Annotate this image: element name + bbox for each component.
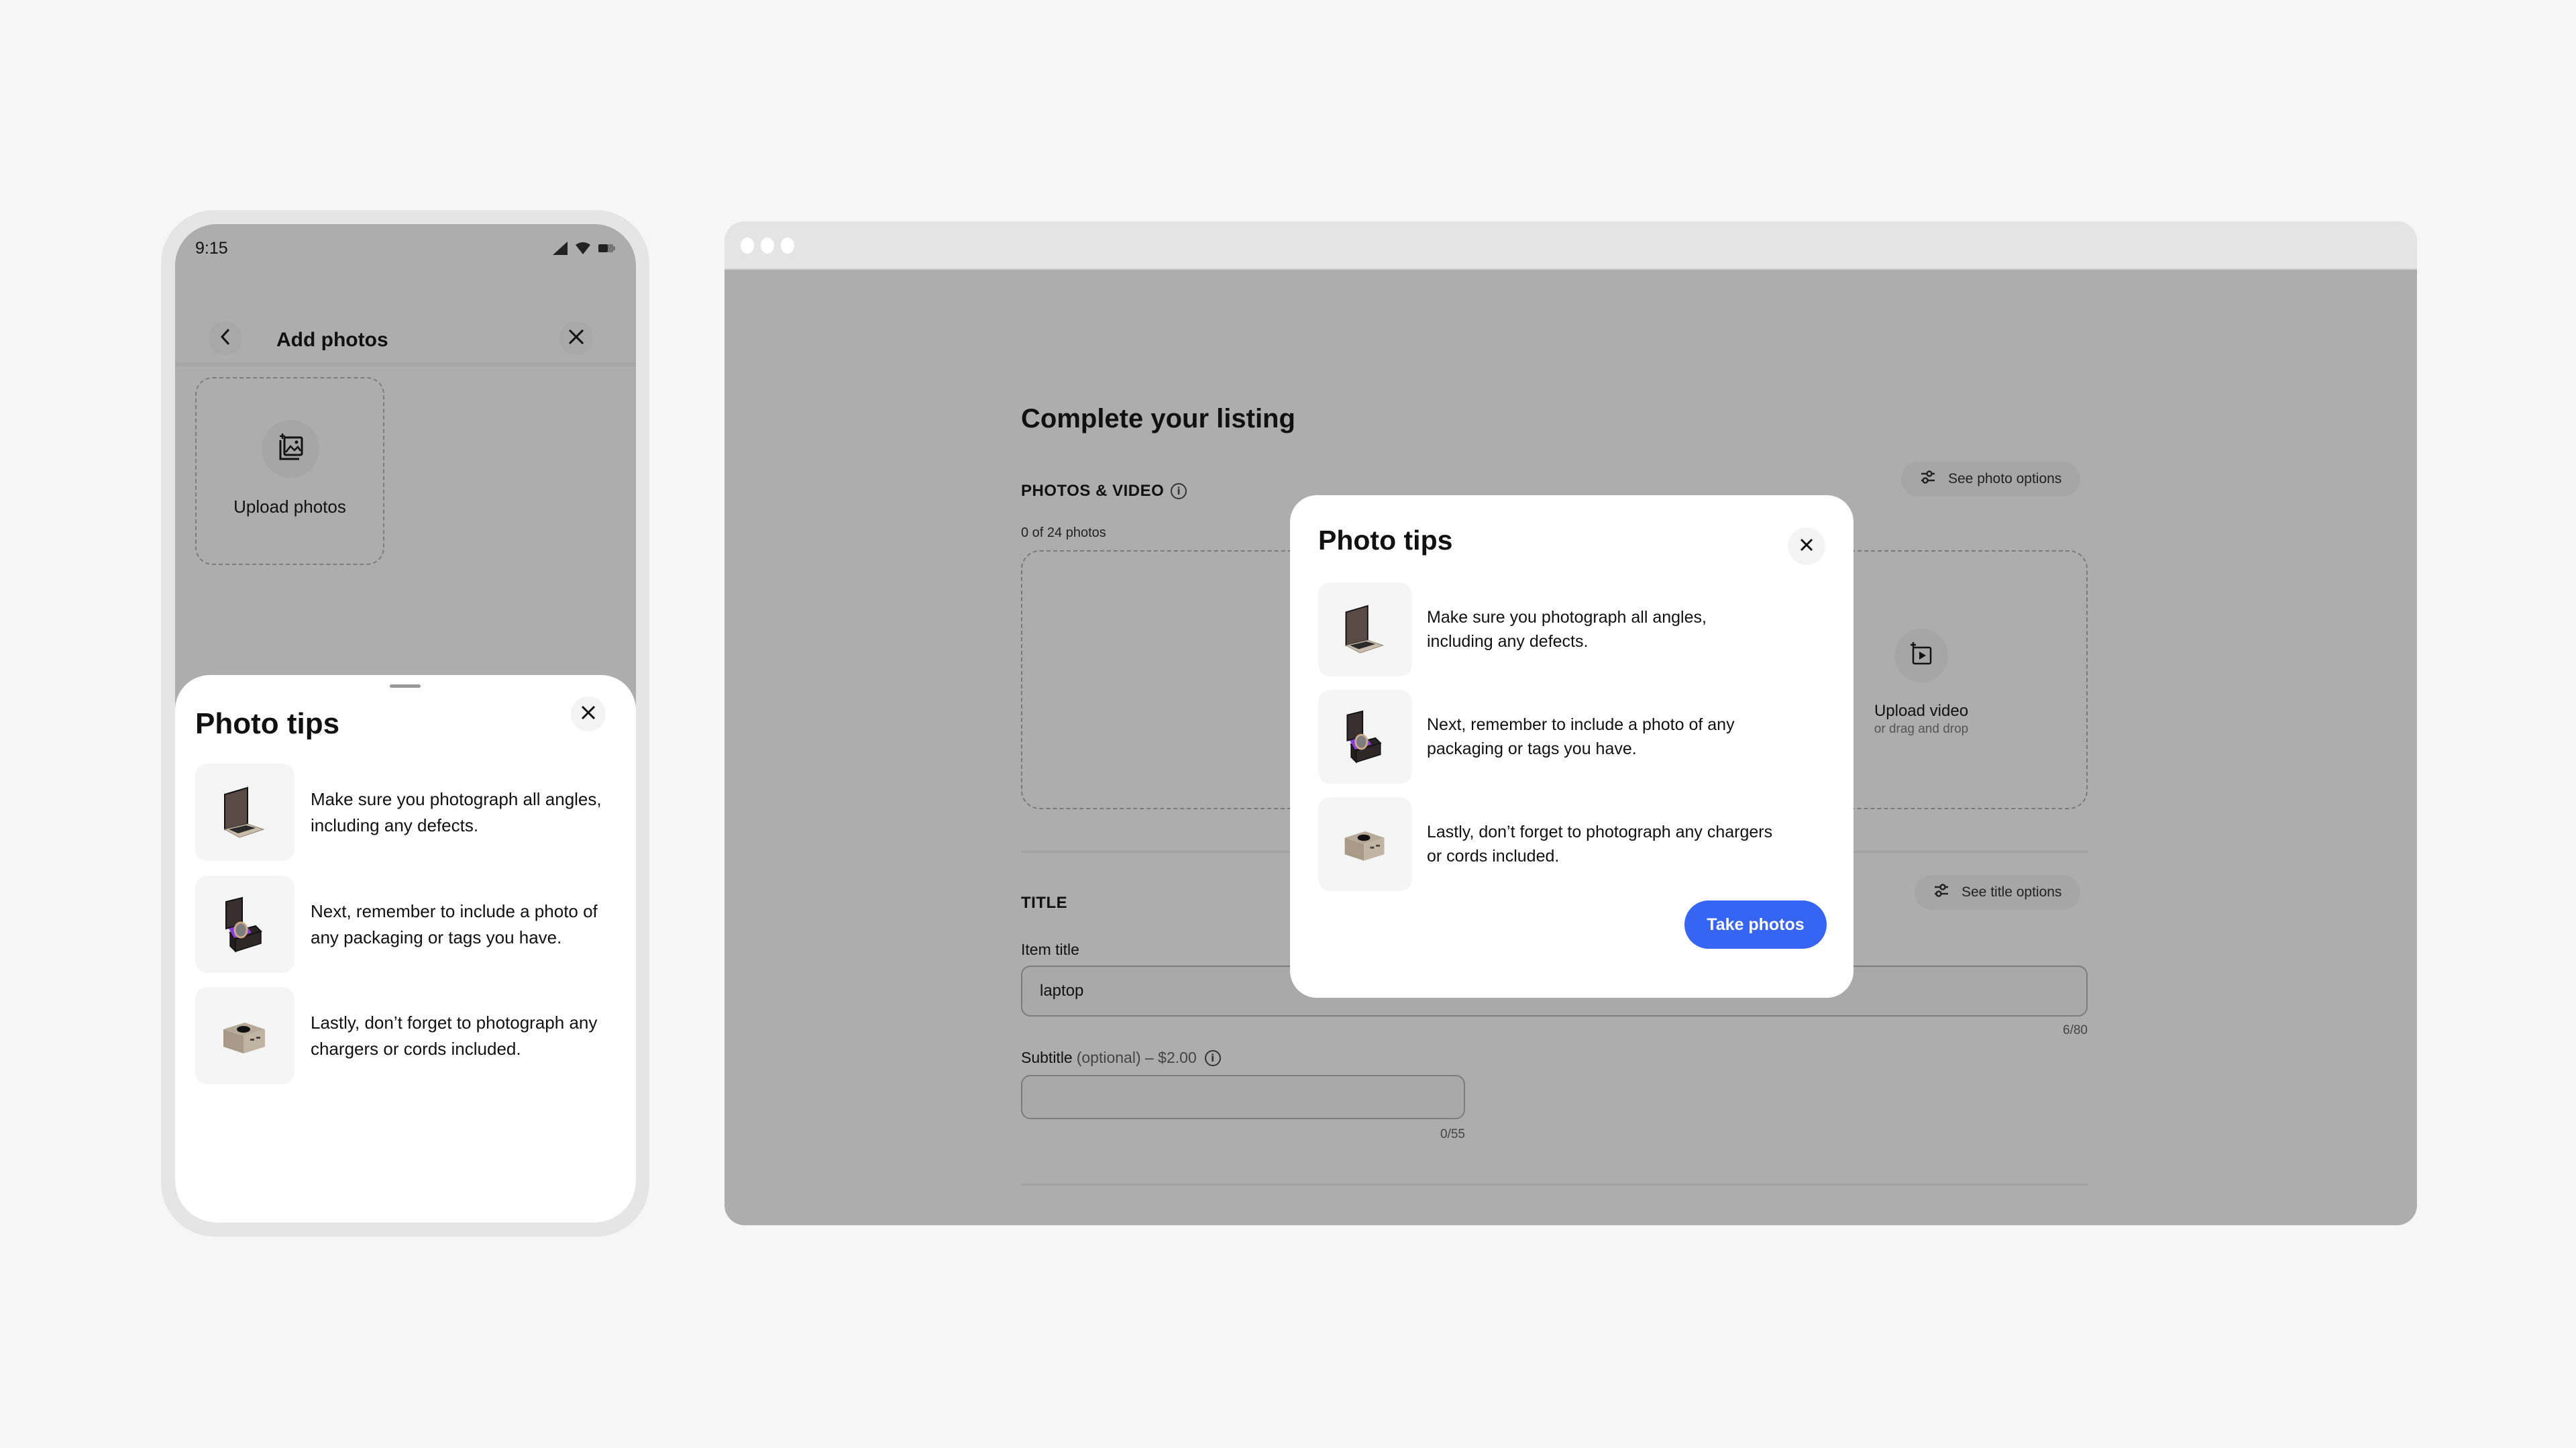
charger-illustration-icon bbox=[195, 987, 294, 1084]
photos-section-label: PHOTOS & VIDEO i bbox=[1021, 482, 1187, 501]
tip-text: Make sure you photograph all angles, inc… bbox=[1427, 608, 1707, 651]
window-control-dot[interactable] bbox=[761, 238, 774, 254]
photo-tips-sheet: Photo tips Make sure you photograph all … bbox=[175, 675, 636, 1223]
close-icon bbox=[580, 705, 596, 724]
title-section-label: TITLE bbox=[1021, 894, 1067, 913]
tip-text: Next, remember to include a photo of any… bbox=[1427, 715, 1735, 758]
add-image-icon bbox=[276, 433, 305, 465]
tip-item: Next, remember to include a photo of any… bbox=[195, 876, 618, 973]
wifi-icon bbox=[576, 242, 590, 254]
charger-illustration-icon bbox=[1318, 797, 1412, 891]
tip-text: Next, remember to include a photo of any… bbox=[311, 900, 598, 947]
chevron-left-icon bbox=[219, 328, 231, 349]
title-section-heading: TITLE bbox=[1021, 894, 1068, 912]
item-title-counter: 6/80 bbox=[2063, 1023, 2088, 1037]
see-title-options-label: See title options bbox=[1962, 884, 2062, 900]
section-divider bbox=[1021, 1184, 2088, 1186]
sheet-close-button[interactable] bbox=[571, 696, 606, 731]
battery-icon bbox=[598, 244, 616, 253]
page-title: Complete your listing bbox=[1021, 404, 1295, 433]
upload-photos-icon-button bbox=[262, 420, 319, 478]
subtitle-counter: 0/55 bbox=[1440, 1127, 1465, 1141]
sliders-icon bbox=[1920, 469, 1936, 489]
sheet-drag-handle[interactable] bbox=[390, 684, 421, 688]
tip-item: Make sure you photograph all angles, inc… bbox=[195, 764, 618, 861]
modal-close-button[interactable] bbox=[1788, 527, 1825, 565]
info-icon[interactable]: i bbox=[1171, 483, 1187, 499]
tip-text: Make sure you photograph all angles, inc… bbox=[311, 788, 602, 835]
see-photo-options-label: See photo options bbox=[1948, 471, 2062, 486]
tip-item: Lastly, don’t forget to photograph any c… bbox=[195, 987, 618, 1084]
status-time: 9:15 bbox=[195, 239, 228, 258]
item-title-label: Item title bbox=[1021, 941, 1079, 958]
tip-text: Lastly, don’t forget to photograph any c… bbox=[311, 1012, 598, 1059]
take-photos-button[interactable]: Take photos bbox=[1684, 900, 1827, 949]
tip-item: Make sure you photograph all angles, inc… bbox=[1318, 582, 1828, 676]
upload-photos-tile[interactable]: Upload photos bbox=[195, 377, 384, 565]
close-icon bbox=[568, 329, 584, 348]
subtitle-input[interactable] bbox=[1021, 1075, 1465, 1119]
sliders-icon bbox=[1933, 882, 1949, 902]
sheet-title: Photo tips bbox=[195, 707, 340, 740]
subtitle-price-note: (optional) – $2.00 bbox=[1076, 1049, 1197, 1066]
upload-photos-label: Upload photos bbox=[233, 497, 346, 517]
subtitle-label: Subtitle (optional) – $2.00 i bbox=[1021, 1049, 1221, 1067]
window-control-dot[interactable] bbox=[741, 238, 754, 254]
see-photo-options-button[interactable]: See photo options bbox=[1901, 462, 2081, 497]
status-icons bbox=[553, 242, 616, 255]
watch-box-illustration-icon bbox=[1318, 690, 1412, 784]
photos-section-heading: PHOTOS & VIDEO bbox=[1021, 482, 1165, 500]
back-button[interactable] bbox=[209, 321, 242, 355]
phone-header: Add photos bbox=[175, 291, 636, 366]
window-control-dot[interactable] bbox=[781, 238, 794, 254]
upload-video-icon-button[interactable] bbox=[1894, 629, 1948, 682]
laptop-illustration-icon bbox=[1318, 582, 1412, 676]
watch-box-illustration-icon bbox=[195, 876, 294, 973]
phone-screen: 9:15 Add photos Upload photos Photo tips… bbox=[175, 224, 636, 1223]
info-icon[interactable]: i bbox=[1204, 1049, 1221, 1066]
modal-title: Photo tips bbox=[1318, 525, 1453, 556]
add-video-icon bbox=[1909, 641, 1933, 670]
tip-text: Lastly, don’t forget to photograph any c… bbox=[1427, 823, 1773, 866]
close-icon bbox=[1799, 537, 1814, 556]
laptop-illustration-icon bbox=[195, 764, 294, 861]
see-title-options-button[interactable]: See title options bbox=[1915, 875, 2081, 910]
window-titlebar bbox=[724, 221, 2417, 270]
photo-tips-modal: Photo tips Make sure you photograph all … bbox=[1290, 495, 1854, 998]
tip-item: Next, remember to include a photo of any… bbox=[1318, 690, 1828, 784]
tip-item: Lastly, don’t forget to photograph any c… bbox=[1318, 797, 1828, 891]
signal-icon bbox=[553, 242, 568, 255]
subtitle-label-text: Subtitle bbox=[1021, 1049, 1073, 1066]
photo-count: 0 of 24 photos bbox=[1021, 525, 1106, 540]
close-button[interactable] bbox=[559, 321, 593, 355]
page-title: Add photos bbox=[276, 329, 388, 351]
